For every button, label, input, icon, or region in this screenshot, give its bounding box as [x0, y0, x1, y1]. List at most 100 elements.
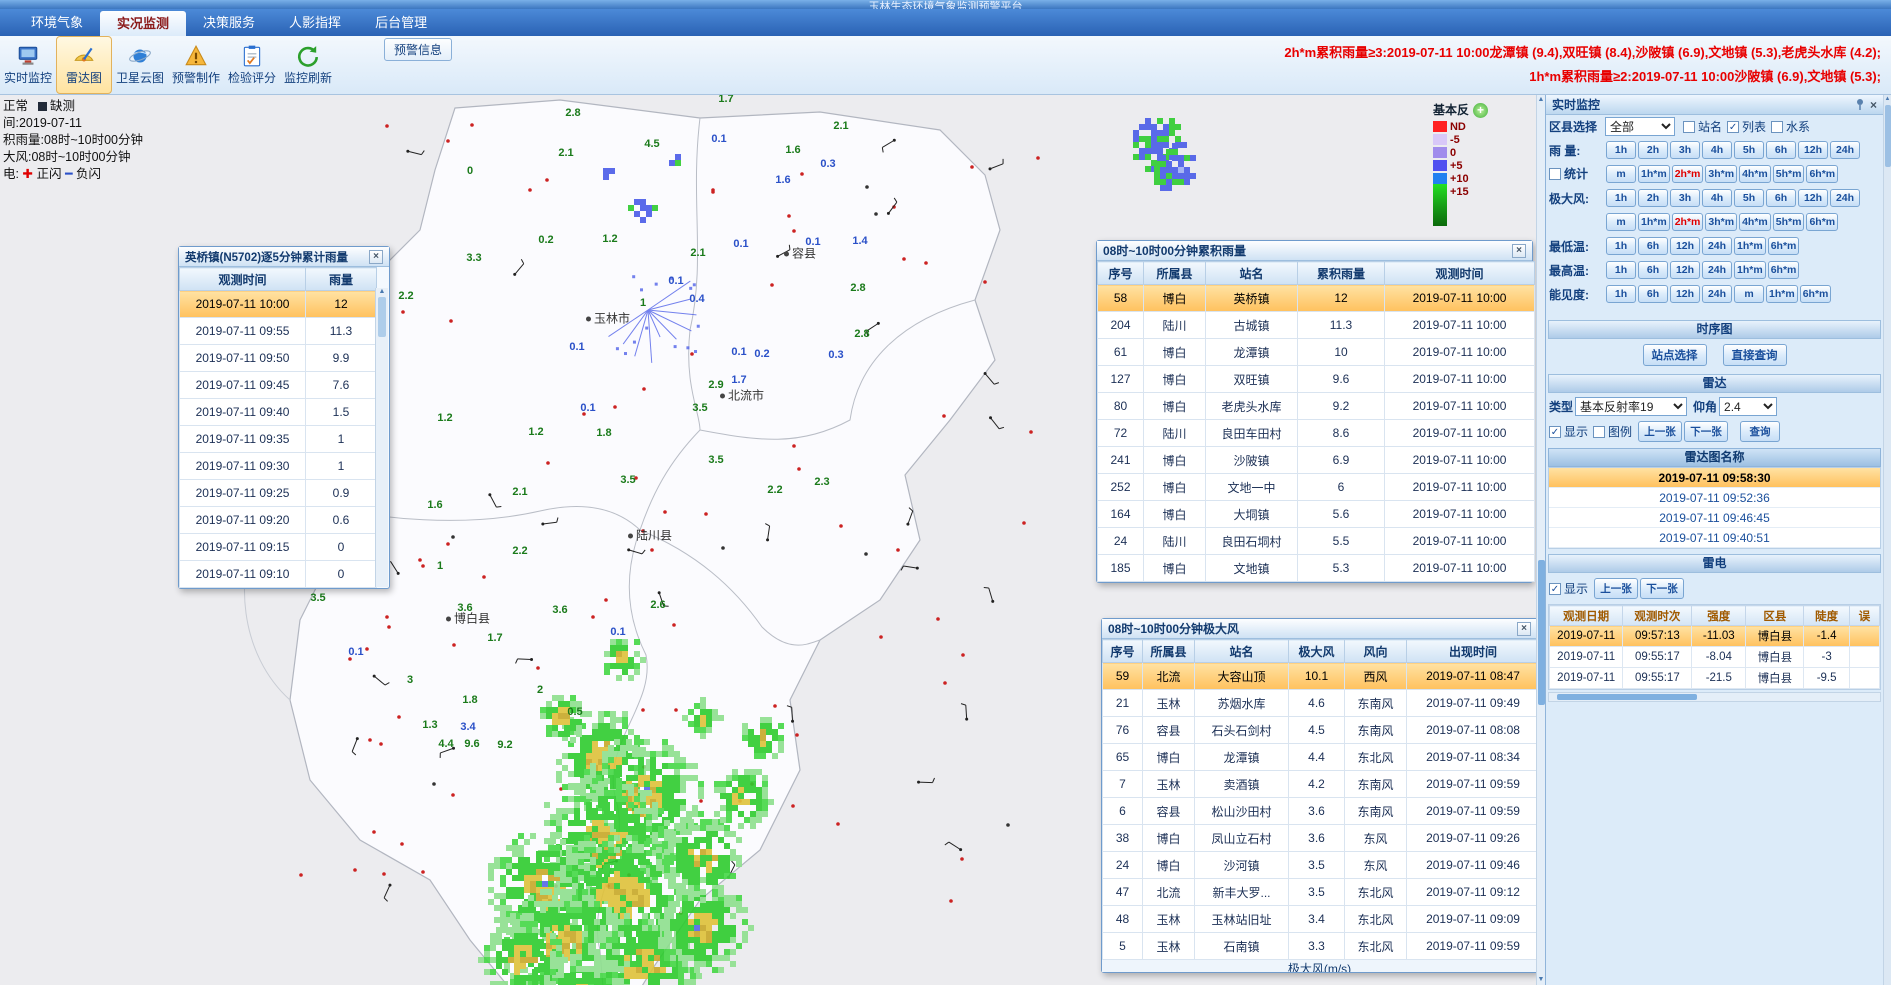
table-row[interactable]: 58博白英桥镇122019-07-11 10:00 [1098, 285, 1535, 312]
table-row[interactable]: 6容县松山沙田村3.6东南风2019-07-11 09:59 [1103, 798, 1537, 825]
radar-query-button[interactable]: 查询 [1740, 421, 1780, 442]
column-header[interactable]: 陡度 [1804, 606, 1849, 626]
vis-1h-button[interactable]: 1h [1606, 285, 1636, 303]
toolbar-button-0[interactable]: 实时监控 [0, 36, 56, 94]
rain-5min-window[interactable]: 英桥镇(N5702)逐5分钟累计雨量 × 观测时间雨量2019-07-11 10… [178, 246, 390, 589]
tmin-6hm-button[interactable]: 6h*m [1768, 237, 1800, 255]
tmax-12h-button[interactable]: 12h [1670, 261, 1700, 279]
rain-24h-button[interactable]: 24h [1830, 141, 1860, 159]
close-icon[interactable]: × [1870, 98, 1877, 112]
column-header[interactable]: 观测日期 [1550, 606, 1623, 626]
table-row[interactable]: 24博白沙河镇3.5东风2019-07-11 09:46 [1103, 852, 1537, 879]
lightning-prev-button[interactable]: 上一张 [1594, 578, 1638, 599]
vis-6hm-button[interactable]: 6h*m [1800, 285, 1832, 303]
column-header[interactable]: 强度 [1692, 606, 1746, 626]
scroll-up-icon[interactable]: ▲ [1537, 95, 1545, 105]
radar-list-item[interactable]: 2019-07-11 09:52:36 [1549, 488, 1880, 508]
close-icon[interactable]: × [1517, 622, 1531, 636]
table-row[interactable]: 185博白文地镇5.32019-07-11 10:00 [1098, 555, 1535, 582]
window-scrollbar[interactable]: ▲ [375, 288, 388, 587]
rain-3h-button[interactable]: 3h [1670, 141, 1700, 159]
table-row[interactable]: 48玉林玉林站旧址3.4东北风2019-07-11 09:09 [1103, 906, 1537, 933]
radar-list-item[interactable]: 2019-07-11 09:40:51 [1549, 528, 1880, 548]
column-header[interactable]: 站名 [1195, 640, 1289, 663]
wind-12h-button[interactable]: 12h [1798, 189, 1828, 207]
lightning-display-checkbox[interactable]: ✓显示 [1549, 580, 1588, 597]
menu-item-4[interactable]: 后台管理 [358, 9, 444, 36]
table-row[interactable]: 252博白文地一中62019-07-11 10:00 [1098, 474, 1535, 501]
tmin-12h-button[interactable]: 12h [1670, 237, 1700, 255]
tmin-6h-button[interactable]: 6h [1638, 237, 1668, 255]
column-header[interactable]: 序号 [1098, 262, 1144, 285]
rain-stat-1hm-button[interactable]: 1h*m [1638, 165, 1670, 183]
table-row[interactable]: 2019-07-11 09:351 [180, 426, 377, 453]
elevation-select[interactable]: 2.4 [1719, 397, 1777, 416]
toolbar-button-3[interactable]: 预警制作 [168, 36, 224, 94]
table-row[interactable]: 2019-07-1109:55:17-8.04博白县-3 [1550, 647, 1880, 668]
table-row[interactable]: 61博白龙潭镇102019-07-11 10:00 [1098, 339, 1535, 366]
wind-stat-2hm-button[interactable]: 2h*m [1672, 213, 1704, 231]
menu-item-0[interactable]: 环境气象 [14, 9, 100, 36]
table-row[interactable]: 2019-07-1109:57:13-11.03博白县-1.4 [1550, 626, 1880, 647]
rain-stat-6hm-button[interactable]: 6h*m [1806, 165, 1838, 183]
wind-stat-m-button[interactable]: m [1606, 213, 1636, 231]
tmax-1h-button[interactable]: 1h [1606, 261, 1636, 279]
table-row[interactable]: 7玉林卖酒镇4.2东南风2019-07-11 09:59 [1103, 771, 1537, 798]
table-row[interactable]: 2019-07-11 09:457.6 [180, 372, 377, 399]
column-header[interactable]: 极大风 [1289, 640, 1345, 663]
menu-item-3[interactable]: 人影指挥 [272, 9, 358, 36]
column-header[interactable]: 雨量 [306, 268, 377, 291]
lightning-hscrollbar[interactable] [1548, 692, 1881, 702]
tmin-24h-button[interactable]: 24h [1702, 237, 1732, 255]
table-row[interactable]: 2019-07-11 09:301 [180, 453, 377, 480]
rain-2h-button[interactable]: 2h [1638, 141, 1668, 159]
column-header[interactable]: 误 [1849, 606, 1879, 626]
rain-stat-5hm-button[interactable]: 5h*m [1773, 165, 1805, 183]
toolbar-button-1[interactable]: 雷达图 [56, 36, 112, 94]
rain-1h-button[interactable]: 1h [1606, 141, 1636, 159]
rain-stat-3hm-button[interactable]: 3h*m [1705, 165, 1737, 183]
column-header[interactable]: 站名 [1206, 262, 1298, 285]
map-canvas[interactable]: 1.72.82.14.501.62.10.10.31.60.21.23.32.1… [0, 95, 1536, 985]
scrollbar-thumb[interactable] [1538, 560, 1545, 705]
direct-query-button[interactable]: 直接查询 [1723, 344, 1787, 366]
scroll-down-icon[interactable]: ▼ [1537, 975, 1545, 985]
tmax-1hm-button[interactable]: 1h*m [1734, 261, 1766, 279]
radar-list-item[interactable]: 2019-07-11 09:46:45 [1549, 508, 1880, 528]
table-row[interactable]: 80博白老虎头水库9.22019-07-11 10:00 [1098, 393, 1535, 420]
scrollbar-thumb[interactable] [1885, 105, 1891, 167]
wind-5h-button[interactable]: 5h [1734, 189, 1764, 207]
extreme-wind-window[interactable]: 08时~10时00分钟极大风 × 序号所属县站名极大风风向出现时间59北流大容山… [1101, 618, 1536, 973]
vis-1hm-button[interactable]: 1h*m [1766, 285, 1798, 303]
column-header[interactable]: 观测时间 [1385, 262, 1535, 285]
wind-stat-6hm-button[interactable]: 6h*m [1806, 213, 1838, 231]
column-header[interactable]: 观测时次 [1623, 606, 1692, 626]
rain-6h-button[interactable]: 6h [1766, 141, 1796, 159]
tmax-24h-button[interactable]: 24h [1702, 261, 1732, 279]
close-icon[interactable]: × [1512, 244, 1526, 258]
rain-stat-4hm-button[interactable]: 4h*m [1739, 165, 1771, 183]
table-row[interactable]: 2019-07-1109:55:17-21.5博白县-9.5 [1550, 668, 1880, 689]
table-row[interactable]: 65博白龙潭镇4.4东北风2019-07-11 08:34 [1103, 744, 1537, 771]
tmax-6h-button[interactable]: 6h [1638, 261, 1668, 279]
column-header[interactable]: 所属县 [1143, 640, 1195, 663]
wind-stat-4hm-button[interactable]: 4h*m [1739, 213, 1771, 231]
scroll-up-icon[interactable]: ▲ [1884, 95, 1891, 104]
table-row[interactable]: 59北流大容山顶10.1西风2019-07-11 08:47 [1103, 663, 1537, 690]
radar-next-button[interactable]: 下一张 [1684, 421, 1728, 442]
table-row[interactable]: 76容县石头石剑村4.5东南风2019-07-11 08:08 [1103, 717, 1537, 744]
warning-info-tab[interactable]: 预警信息 [384, 38, 452, 61]
wind-stat-1hm-button[interactable]: 1h*m [1638, 213, 1670, 231]
rain-5h-button[interactable]: 5h [1734, 141, 1764, 159]
add-legend-button[interactable]: + [1473, 103, 1488, 118]
rain-stat-m-button[interactable]: m [1606, 165, 1636, 183]
rain-stat-2hm-button[interactable]: 2h*m [1672, 165, 1704, 183]
vis-24h-button[interactable]: 24h [1702, 285, 1732, 303]
table-row[interactable]: 2019-07-11 09:509.9 [180, 345, 377, 372]
table-row[interactable]: 5玉林石南镇3.3东北风2019-07-11 09:59 [1103, 933, 1537, 960]
list-checkbox[interactable]: ✓列表 [1727, 118, 1766, 135]
table-row[interactable]: 2019-07-11 09:401.5 [180, 399, 377, 426]
station-select-button[interactable]: 站点选择 [1643, 344, 1707, 366]
table-row[interactable]: 204陆川古城镇11.32019-07-11 10:00 [1098, 312, 1535, 339]
table-row[interactable]: 2019-07-11 10:0012 [180, 291, 377, 318]
